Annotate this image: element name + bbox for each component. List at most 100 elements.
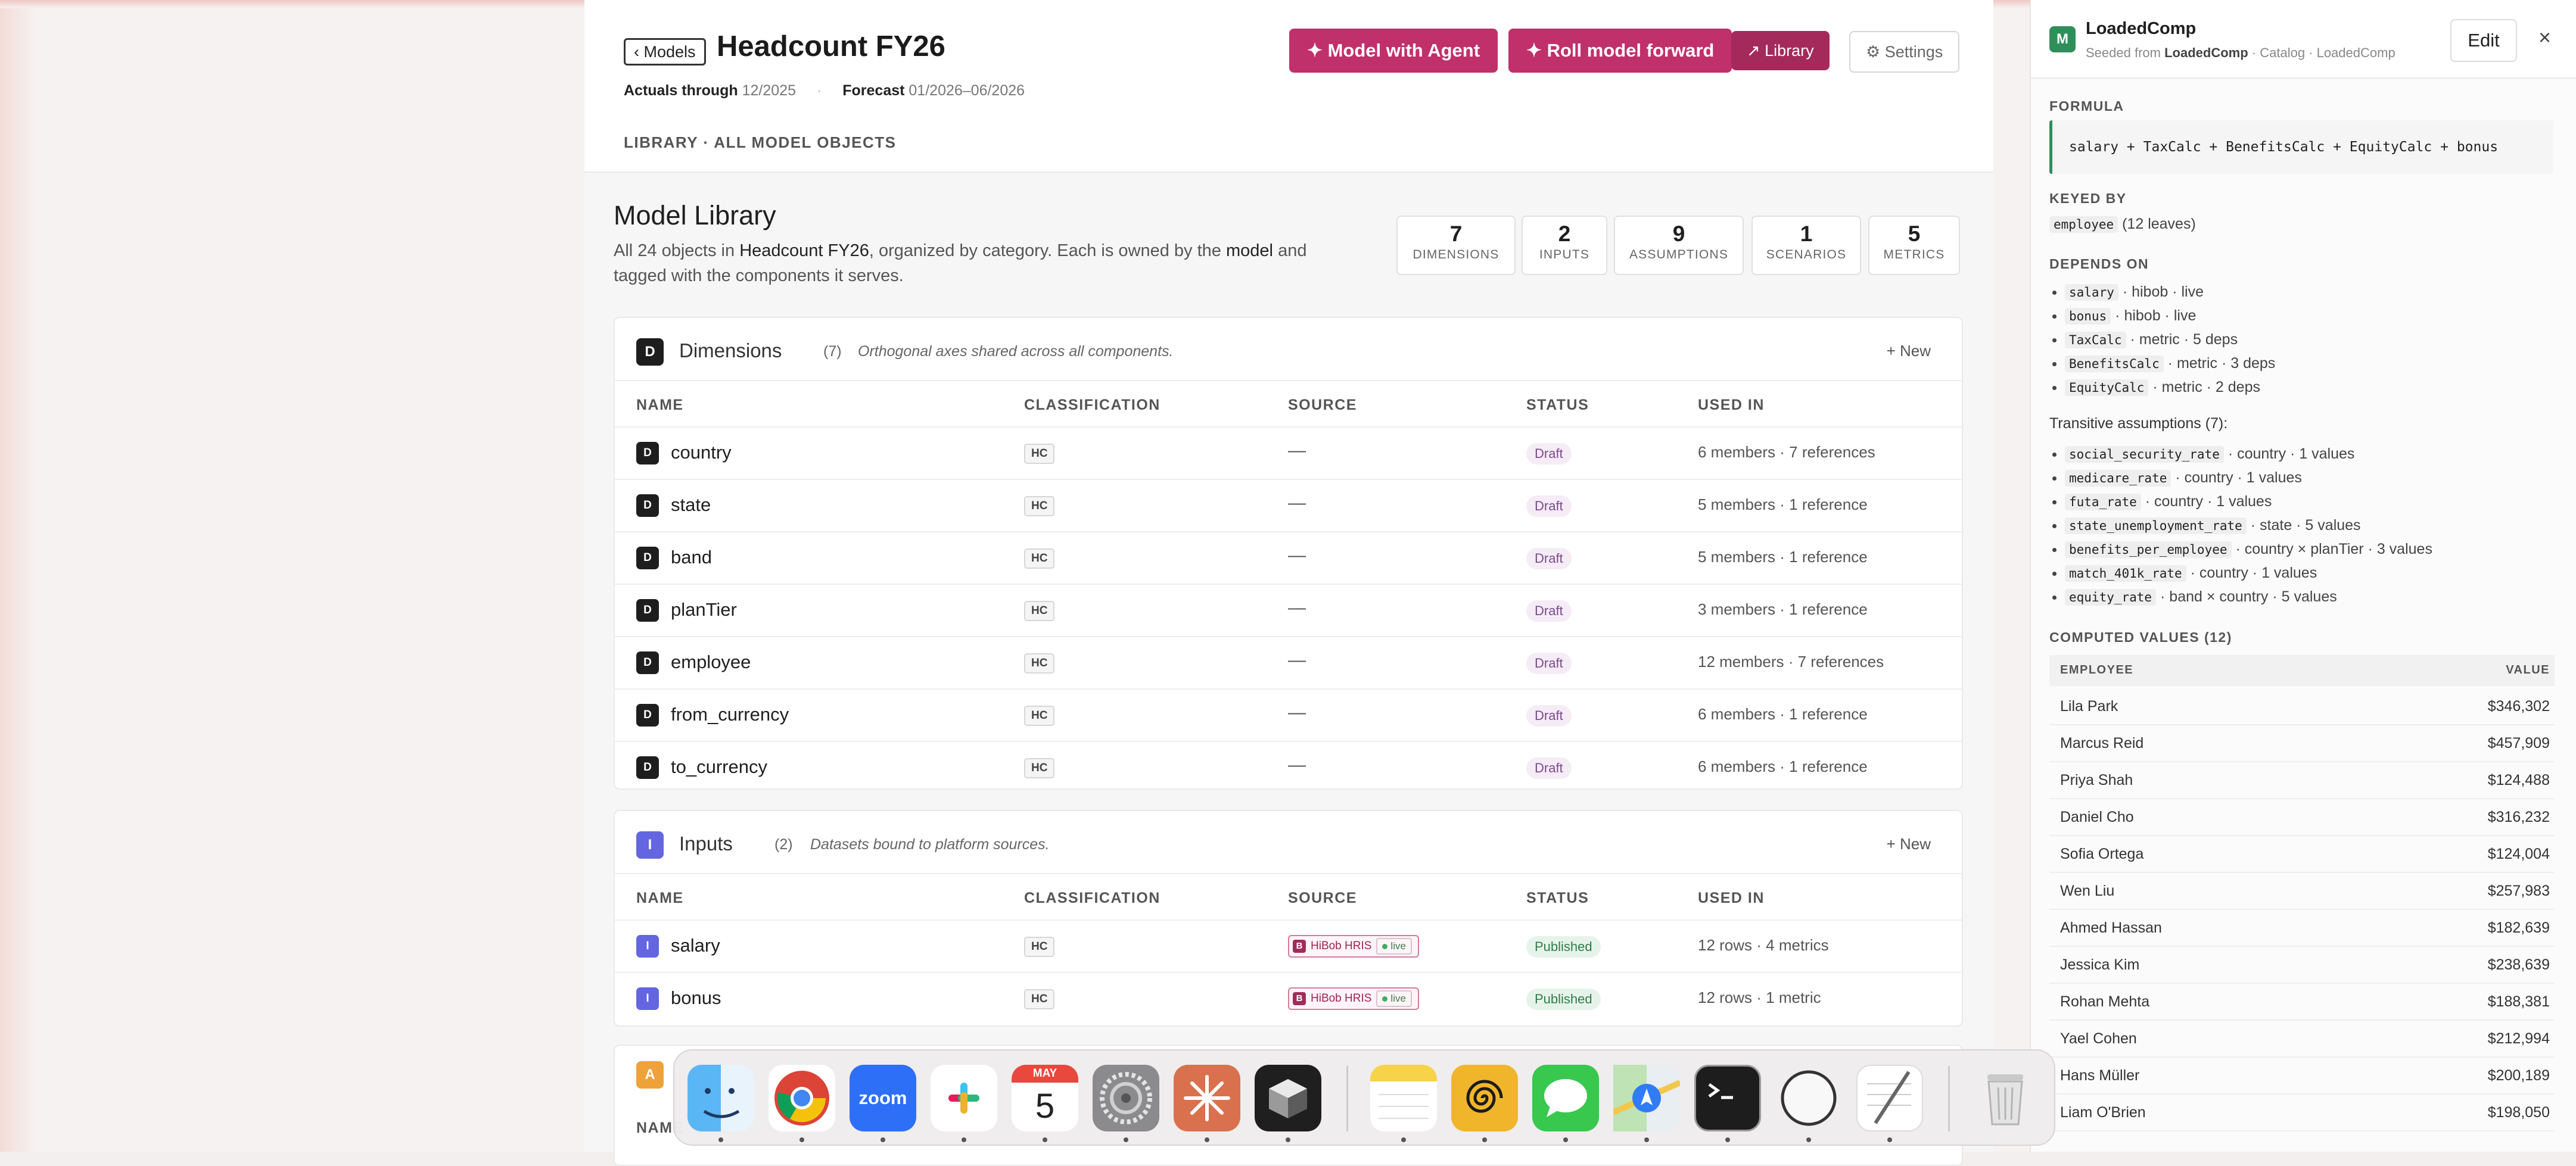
table-row[interactable]: Isalary HC B HiBob HRIS live Published 12 rows…: [615, 921, 1962, 973]
row-name[interactable]: from_currency: [671, 704, 789, 725]
messages-icon[interactable]: [1532, 1065, 1599, 1131]
col-status: STATUS: [1526, 397, 1589, 413]
dependency-meta: · hibob · live: [2115, 307, 2197, 324]
dependency-item[interactable]: TaxCalc · metric · 5 deps: [2065, 328, 2275, 351]
stat-metrics[interactable]: 5 METRICS: [1868, 216, 1960, 275]
transitive-item[interactable]: medicare_rate · country · 1 values: [2065, 466, 2432, 490]
notes-icon[interactable]: [1370, 1065, 1437, 1131]
dimensions-count: (7): [823, 343, 842, 360]
source-pill[interactable]: B HiBob HRIS live: [1288, 987, 1419, 1010]
spiral-app-icon[interactable]: [1451, 1065, 1518, 1131]
table-row[interactable]: DplanTier HC — Draft 3 members · 1 reference: [615, 585, 1962, 637]
row-name[interactable]: bonus: [671, 987, 721, 1009]
terminal-icon[interactable]: [1694, 1065, 1761, 1131]
table-row[interactable]: Dto_currency HC — Draft 6 members · 1 refere…: [615, 742, 1962, 788]
detail-header: M LoadedComp Seeded from LoadedComp · Ca…: [2031, 0, 2576, 79]
new-dimension-button[interactable]: + New: [1887, 342, 1931, 360]
roll-model-forward-button[interactable]: ✦ Roll model forward: [1508, 29, 1732, 73]
table-row[interactable]: Dfrom_currency HC — Draft 6 members · 1 refe…: [615, 690, 1962, 742]
table-row[interactable]: Dcountry HC — Draft 6 members · 7 references: [615, 428, 1962, 480]
transitive-item[interactable]: match_401k_rate · country · 1 values: [2065, 561, 2432, 585]
running-indicator: [1401, 1137, 1406, 1142]
table-row[interactable]: Dband HC — Draft 5 members · 1 reference: [615, 532, 1962, 585]
employee-name: Liam O'Brien: [2060, 1104, 2146, 1121]
slack-icon[interactable]: [931, 1065, 997, 1131]
employee-name: Daniel Cho: [2060, 809, 2134, 825]
assumption-code: match_401k_rate: [2065, 565, 2186, 582]
row-used-in: 6 members · 7 references: [1698, 443, 1875, 461]
dependency-item[interactable]: bonus · hibob · live: [2065, 304, 2275, 328]
row-badge: I: [636, 935, 659, 958]
inputs-header: I Inputs (2) Datasets bound to platform …: [615, 811, 1962, 874]
transitive-item[interactable]: state_unemployment_rate · state · 5 valu…: [2065, 513, 2432, 537]
library-title: Model Library: [614, 200, 776, 230]
table-row[interactable]: Ibonus HC B HiBob HRIS live Published 12 rows …: [615, 973, 1962, 1024]
calendar-icon[interactable]: MAY 5: [1012, 1065, 1078, 1131]
stat-count: 2: [1558, 222, 1571, 246]
cube-app-icon[interactable]: [1255, 1065, 1321, 1131]
employee-name: Hans Müller: [2060, 1067, 2140, 1084]
model-with-agent-button[interactable]: ✦ Model with Agent: [1289, 29, 1498, 73]
status-badge: Draft: [1526, 757, 1572, 779]
col-classification: CLASSIFICATION: [1024, 397, 1161, 413]
keyed-by-value: employee (12 leaves): [2049, 216, 2196, 233]
dependency-item[interactable]: EquityCalc · metric · 2 deps: [2065, 375, 2275, 399]
status-badge: Draft: [1526, 600, 1572, 622]
trash-icon[interactable]: [1972, 1065, 2039, 1131]
depends-on-label: DEPENDS ON: [2049, 256, 2149, 272]
system-settings-icon[interactable]: [1093, 1065, 1159, 1131]
row-name[interactable]: salary: [671, 935, 720, 956]
maps-icon[interactable]: [1611, 1065, 1682, 1131]
status-badge: Published: [1526, 936, 1601, 958]
stat-inputs[interactable]: 2 INPUTS: [1522, 216, 1607, 275]
assumption-meta: · country · 1 values: [2227, 445, 2355, 462]
row-name[interactable]: band: [671, 547, 712, 568]
stat-scenarios[interactable]: 1 SCENARIOS: [1751, 216, 1861, 275]
row-name[interactable]: state: [671, 494, 711, 516]
edit-button[interactable]: Edit: [2450, 19, 2517, 62]
live-dot-icon: [1382, 996, 1388, 1002]
close-icon[interactable]: ×: [2538, 25, 2551, 50]
row-name[interactable]: employee: [671, 651, 751, 673]
transitive-item[interactable]: benefits_per_employee · country × planTi…: [2065, 537, 2432, 561]
employee-name: Yael Cohen: [2060, 1030, 2137, 1047]
detail-subtitle: Seeded from LoadedComp · Catalog · Loade…: [2086, 45, 2395, 61]
stat-label: ASSUMPTIONS: [1629, 248, 1729, 261]
running-indicator: [962, 1137, 966, 1142]
dependency-item[interactable]: salary · hibob · live: [2065, 280, 2275, 304]
row-name[interactable]: to_currency: [671, 756, 767, 778]
transitive-item[interactable]: futa_rate · country · 1 values: [2065, 490, 2432, 513]
classification-tag: HC: [1024, 937, 1055, 957]
stat-count: 9: [1672, 222, 1685, 246]
stat-dimensions[interactable]: 7 DIMENSIONS: [1396, 216, 1516, 275]
row-used-in: 12 rows · 4 metrics: [1698, 936, 1829, 954]
row-name[interactable]: country: [671, 442, 732, 463]
back-to-models-button[interactable]: ‹ Models: [624, 38, 706, 66]
table-row[interactable]: Demployee HC — Draft 12 members · 7 referenc…: [615, 637, 1962, 690]
settings-button[interactable]: ⚙ Settings: [1849, 31, 1960, 73]
transitive-item[interactable]: equity_rate · band × country · 5 values: [2065, 585, 2432, 609]
library-button[interactable]: ↗ Library: [1731, 31, 1830, 70]
stat-assumptions[interactable]: 9 ASSUMPTIONS: [1614, 216, 1744, 275]
claude-icon[interactable]: [1174, 1065, 1240, 1131]
status-badge: Draft: [1526, 705, 1572, 727]
zoom-icon[interactable]: zoom: [850, 1065, 916, 1131]
new-input-button[interactable]: + New: [1887, 835, 1931, 853]
table-row[interactable]: Dstate HC — Draft 5 members · 1 reference: [615, 480, 1962, 532]
row-name[interactable]: planTier: [671, 599, 737, 621]
computed-value: $457,909: [2487, 735, 2550, 752]
table-row: Priya Shah $124,488: [2049, 761, 2555, 799]
circle-app-icon[interactable]: [1775, 1065, 1842, 1131]
running-indicator: [881, 1137, 885, 1142]
dependency-item[interactable]: BenefitsCalc · metric · 3 deps: [2065, 351, 2275, 375]
inputs-panel: I Inputs (2) Datasets bound to platform …: [614, 810, 1963, 1027]
running-indicator: [1286, 1137, 1290, 1142]
source-pill[interactable]: B HiBob HRIS live: [1288, 935, 1419, 958]
transitive-item[interactable]: social_security_rate · country · 1 value…: [2065, 442, 2432, 466]
assumption-code: equity_rate: [2065, 589, 2157, 606]
forecast-value: 01/2026–06/2026: [909, 82, 1025, 99]
dependency-code: TaxCalc: [2065, 332, 2126, 348]
finder-icon[interactable]: [687, 1065, 754, 1131]
textedit-icon[interactable]: [1856, 1065, 1923, 1131]
chrome-icon[interactable]: [769, 1065, 835, 1131]
